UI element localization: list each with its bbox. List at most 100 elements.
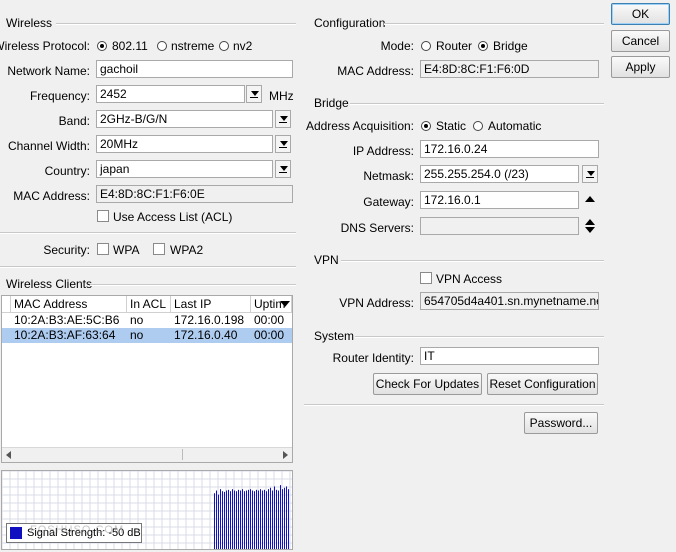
- frequency-select[interactable]: 2452: [96, 85, 245, 103]
- signal-bar: [248, 489, 249, 549]
- protocol-80211-label: 802.11: [112, 39, 148, 53]
- channel-width-dropdown-icon[interactable]: [275, 135, 291, 153]
- dns-servers-label: DNS Servers:: [340, 221, 414, 235]
- column-header-last-ip[interactable]: Last IP: [171, 296, 251, 313]
- signal-bar: [280, 485, 281, 549]
- cell-mac: 10:2A:B3:AF:63:64: [14, 328, 116, 342]
- address-acquisition-label: Address Acquisition:: [305, 119, 414, 133]
- protocol-80211-radio[interactable]: [97, 41, 107, 51]
- wpa-checkbox[interactable]: [97, 243, 109, 255]
- acquisition-static-radio[interactable]: [421, 121, 431, 131]
- signal-bar: [242, 489, 243, 549]
- mode-bridge-label: Bridge: [493, 39, 528, 53]
- country-select[interactable]: japan: [96, 160, 273, 178]
- wireless-divider: [56, 23, 296, 25]
- ip-address-label: IP Address:: [352, 144, 414, 158]
- vpn-access-label: VPN Access: [436, 272, 503, 286]
- clients-table[interactable]: MAC Address In ACL Last IP Uptim 10:2A:B…: [1, 295, 293, 463]
- signal-bar: [278, 490, 279, 549]
- signal-bar: [250, 489, 251, 549]
- wpa-label: WPA: [113, 243, 140, 257]
- clients-section-title: Wireless Clients: [6, 277, 93, 291]
- system-bottom-divider: [304, 404, 604, 406]
- protocol-nstreme-radio[interactable]: [157, 41, 167, 51]
- router-identity-input[interactable]: IT: [420, 347, 599, 365]
- band-select[interactable]: 2GHz-B/G/N: [96, 110, 273, 128]
- netmask-select[interactable]: 255.255.254.0 (/23): [420, 165, 579, 183]
- cell-uptime: 00:00: [254, 328, 285, 342]
- watermark-text: FOSHUSO.COM: [30, 524, 125, 536]
- column-header-mac[interactable]: MAC Address: [11, 296, 127, 313]
- cell-in-acl: no: [130, 313, 144, 327]
- wireless-section-title: Wireless: [6, 16, 53, 30]
- vpn-access-checkbox[interactable]: [420, 272, 432, 284]
- signal-bar: [288, 489, 289, 549]
- mode-router-radio[interactable]: [421, 41, 431, 51]
- ok-button[interactable]: OK: [611, 3, 670, 25]
- wireless-mac-label: MAC Address:: [13, 189, 90, 203]
- scroll-left-icon[interactable]: [6, 451, 11, 459]
- table-row-selected[interactable]: 10:2A:B3:AF:63:64 no 172.16.0.40 00:00: [2, 328, 292, 343]
- band-label: Band:: [58, 114, 90, 128]
- security-label: Security:: [43, 243, 90, 257]
- signal-bar: [252, 490, 253, 549]
- signal-bar: [268, 489, 269, 549]
- cancel-button[interactable]: Cancel: [611, 30, 670, 52]
- sort-down-icon[interactable]: [280, 301, 290, 307]
- mode-bridge-radio[interactable]: [478, 41, 488, 51]
- signal-bar: [230, 491, 231, 549]
- signal-legend-swatch: [10, 527, 22, 539]
- protocol-nv2-radio[interactable]: [219, 41, 229, 51]
- mode-label: Mode:: [380, 39, 414, 53]
- signal-bar: [264, 489, 265, 549]
- router-identity-label: Router Identity:: [332, 351, 414, 365]
- apply-button[interactable]: Apply: [611, 56, 670, 78]
- configuration-section-title: Configuration: [314, 16, 386, 30]
- band-dropdown-icon[interactable]: [275, 110, 291, 128]
- network-name-label: Network Name:: [7, 64, 90, 78]
- dns-servers-input[interactable]: [420, 217, 579, 235]
- signal-bar: [284, 487, 285, 549]
- channel-width-label: Channel Width:: [7, 139, 90, 153]
- signal-bar: [270, 487, 271, 549]
- password-button[interactable]: Password...: [524, 412, 598, 434]
- netmask-dropdown-icon[interactable]: [582, 165, 598, 183]
- signal-bar: [282, 489, 283, 549]
- protocol-nv2-label: nv2: [233, 39, 253, 53]
- channel-width-select[interactable]: 20MHz: [96, 135, 273, 153]
- dns-add-icon[interactable]: [585, 219, 595, 225]
- network-name-input[interactable]: gachoil: [96, 60, 293, 78]
- reset-configuration-button[interactable]: Reset Configuration: [487, 373, 598, 395]
- signal-bar: [218, 494, 219, 549]
- country-label: Country:: [44, 164, 90, 178]
- signal-bar: [236, 491, 237, 549]
- frequency-dropdown-icon[interactable]: [246, 85, 262, 103]
- signal-bar: [240, 490, 241, 549]
- dns-remove-icon[interactable]: [585, 227, 595, 233]
- column-header-in-acl[interactable]: In ACL: [127, 296, 171, 313]
- signal-bar: [256, 489, 257, 549]
- acquisition-automatic-radio[interactable]: [473, 121, 483, 131]
- vpn-address-label: VPN Address:: [339, 296, 414, 310]
- cell-last-ip: 172.16.0.198: [174, 313, 245, 327]
- country-dropdown-icon[interactable]: [275, 160, 291, 178]
- gateway-label: Gateway:: [363, 195, 414, 209]
- acl-checkbox[interactable]: [97, 210, 109, 222]
- gateway-expand-icon[interactable]: [585, 196, 595, 202]
- wpa2-checkbox[interactable]: [153, 243, 165, 255]
- signal-bar: [244, 491, 245, 549]
- scroll-right-icon[interactable]: [283, 451, 288, 459]
- table-row-header-corner: [2, 296, 11, 313]
- table-row[interactable]: 10:2A:B3:AE:5C:B6 no 172.16.0.198 00:00: [2, 313, 292, 328]
- signal-bar: [254, 491, 255, 549]
- check-for-updates-button[interactable]: Check For Updates: [373, 373, 482, 395]
- security-divider: [0, 232, 296, 234]
- signal-bar: [260, 489, 261, 549]
- horizontal-scrollbar[interactable]: [2, 447, 292, 462]
- signal-bar: [274, 486, 275, 549]
- gateway-input[interactable]: 172.16.0.1: [420, 191, 579, 209]
- clients-divider: [90, 284, 296, 286]
- signal-bar: [228, 489, 229, 549]
- ip-address-input[interactable]: 172.16.0.24: [420, 140, 599, 158]
- cell-last-ip: 172.16.0.40: [174, 328, 238, 342]
